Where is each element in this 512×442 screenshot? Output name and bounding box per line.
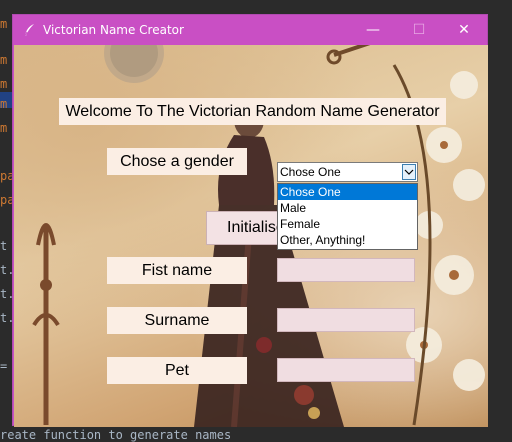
feather-icon <box>23 23 37 37</box>
ide-text: = <box>0 359 8 373</box>
ide-code-line: m <box>0 96 7 112</box>
title-bar[interactable]: Victorian Name Creator — ☐ ✕ <box>13 15 487 45</box>
ide-code-line: m <box>0 16 7 32</box>
ide-text: m <box>0 17 8 31</box>
surname-label: Surname <box>107 307 247 334</box>
ide-code-line: = <box>0 358 7 374</box>
minimize-button[interactable]: — <box>350 15 396 45</box>
ide-code-line: t <box>0 238 7 254</box>
surname-field[interactable] <box>277 308 415 332</box>
pet-field[interactable] <box>277 358 415 382</box>
dropdown-option-male[interactable]: Male <box>278 200 417 216</box>
close-button[interactable]: ✕ <box>441 15 487 45</box>
pet-label: Pet <box>107 357 247 384</box>
dropdown-option-other[interactable]: Other, Anything! <box>278 232 417 248</box>
ide-bottom-line: reate function to generate names <box>0 428 232 442</box>
gender-label: Chose a gender <box>107 148 247 175</box>
dropdown-option-female[interactable]: Female <box>278 216 417 232</box>
app-window: Victorian Name Creator — ☐ ✕ Welcome To … <box>12 14 488 427</box>
first-name-field[interactable] <box>277 258 415 282</box>
ide-code-line: m <box>0 76 7 92</box>
dropdown-option-chose-one[interactable]: Chose One <box>278 184 417 200</box>
maximize-button[interactable]: ☐ <box>396 15 442 45</box>
ide-code-line: m <box>0 52 7 68</box>
ide-text: m <box>0 121 8 135</box>
ide-code-line-1: m tkinter import ttk <box>0 0 159 27</box>
first-name-label: Fist name <box>107 257 247 284</box>
chevron-down-icon[interactable] <box>402 164 416 180</box>
gender-combobox-value: Chose One <box>280 165 341 179</box>
gender-dropdown-list[interactable]: Chose One Male Female Other, Anything! <box>277 183 418 250</box>
ide-text: m <box>0 77 8 91</box>
welcome-title: Welcome To The Victorian Random Name Gen… <box>59 98 446 125</box>
ide-text: m <box>0 53 8 67</box>
gender-combobox[interactable]: Chose One <box>277 162 418 182</box>
app-content: Welcome To The Victorian Random Name Gen… <box>14 45 488 427</box>
ide-text: m <box>0 97 8 111</box>
ide-text: t <box>0 239 8 253</box>
window-title: Victorian Name Creator <box>43 23 184 37</box>
ide-code-line: m <box>0 120 7 136</box>
